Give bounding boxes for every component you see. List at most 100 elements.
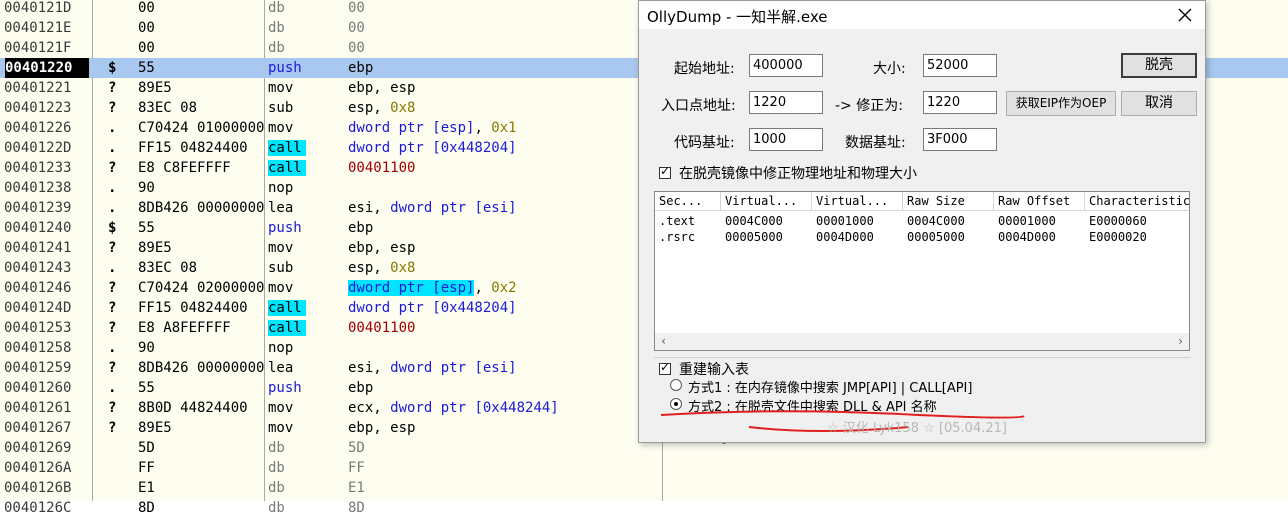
table-cell: 00001000 (816, 214, 874, 228)
code-base-field[interactable]: 1000 (749, 128, 823, 151)
column-header[interactable]: Raw Offset (994, 192, 1085, 211)
disasm-row[interactable]: 00401253? E8 A8FEFFFF call 00401100 (0, 318, 663, 338)
marker-cell (108, 438, 122, 458)
operand-part: ebp (348, 220, 374, 236)
address-cell: 00401223 (4, 100, 72, 116)
operand-part: ebp, esp (348, 420, 416, 436)
disasm-row[interactable]: 00401221? 89E5 mov ebp, esp (0, 78, 663, 98)
marker-cell: . (108, 120, 117, 136)
marker-cell: . (108, 340, 117, 356)
disasm-row[interactable]: 0040126B E1 db E1 (0, 478, 663, 498)
marker-cell: ? (108, 420, 117, 436)
horizontal-scrollbar[interactable]: ‹ › (655, 333, 1189, 350)
operand-cell: ebp, esp (348, 78, 658, 98)
operand-cell: 00 (348, 38, 658, 58)
table-cell: .rsrc (659, 230, 696, 244)
ollydump-dialog: OllyDump - 一知半解.exe 起始地址: 400000 大小: 520… (638, 0, 1206, 443)
entry-point-field[interactable]: 1220 (749, 91, 823, 114)
mnemonic-cell: mov (268, 398, 338, 418)
address-cell: 0040126A (4, 460, 72, 476)
operand-part: 00401100 (348, 160, 416, 176)
disasm-row[interactable]: 00401259? 8DB426 00000000 lea esi, dword pt… (0, 358, 663, 378)
close-icon[interactable] (1175, 5, 1195, 25)
disasm-row[interactable]: 0040122D. FF15 04824400 call dword ptr [0x4… (0, 138, 663, 158)
dump-button[interactable]: 脱壳 (1121, 53, 1197, 78)
mnemonic-text: mov (268, 420, 294, 436)
disasm-row[interactable]: 00401258. 90 nop (0, 338, 663, 358)
column-header[interactable]: Sec... (655, 192, 721, 211)
disasm-row[interactable]: 0040124D? FF15 04824400 call dword ptr [0x4… (0, 298, 663, 318)
rebuild-import-checkbox[interactable] (659, 360, 671, 375)
hex-cell: 55 (138, 380, 155, 396)
hex-cell: 83EC 08 (138, 260, 198, 276)
mnemonic-text: mov (268, 280, 294, 296)
operand-part: 8D (348, 500, 365, 516)
disasm-row[interactable]: 00401243. 83EC 08 sub esp, 0x8 (0, 258, 663, 278)
get-eip-as-oep-button[interactable]: 获取EIP作为OEP (1006, 91, 1116, 116)
disasm-row[interactable]: 00401260. 55 push ebp (0, 378, 663, 398)
address-cell: 0040124D (4, 300, 72, 316)
disasm-row[interactable]: 0040121E 00 db 00 (0, 18, 663, 38)
fix-physical-checkbox[interactable] (659, 164, 671, 179)
column-header[interactable]: Virtual... (812, 192, 903, 211)
marker-cell: ? (108, 300, 117, 316)
disasm-row[interactable]: 00401241? 89E5 mov ebp, esp (0, 238, 663, 258)
operand-part: 0x8 (390, 260, 416, 276)
disasm-row[interactable]: 00401267? 89E5 mov ebp, esp (0, 418, 663, 438)
disasm-row[interactable]: 00401239. 8DB426 00000000 lea esi, dword pt… (0, 198, 663, 218)
marker-cell: ? (108, 320, 117, 336)
disasm-row[interactable]: 00401223? 83EC 08 sub esp, 0x8 (0, 98, 663, 118)
marker-cell: . (108, 180, 117, 196)
operand-part: esi, (348, 360, 391, 376)
disasm-row[interactable]: 00401269 5D db 5D (0, 438, 663, 458)
operand-cell: esp, 0x8 (348, 258, 658, 278)
address-cell: 00401259 (4, 360, 72, 376)
mnemonic-cell: nop (268, 338, 338, 358)
chevron-right-icon[interactable]: › (1172, 333, 1189, 350)
disasm-row[interactable]: 0040121D 00 db 00 (0, 0, 663, 18)
operand-part: dword ptr [esi] (390, 200, 517, 216)
mnemonic-text: mov (268, 80, 294, 96)
operand-cell: 00 (348, 0, 658, 18)
sections-table[interactable]: Sec... Virtual... Virtual... Raw Size Raw Of… (654, 191, 1190, 351)
hex-cell: FF (138, 460, 155, 476)
start-address-field[interactable]: 400000 (749, 54, 823, 77)
operand-part: 00 (348, 20, 365, 36)
table-cell: E0000060 (1089, 214, 1147, 228)
size-field[interactable]: 52000 (923, 54, 997, 77)
disasm-row[interactable]: 00401233? E8 C8FEFFFF call 00401100 (0, 158, 663, 178)
disasm-row[interactable]: 00401226. C70424 01000000 mov dword ptr [es… (0, 118, 663, 138)
fix-to-field[interactable]: 1220 (923, 91, 997, 114)
disasm-row[interactable]: 0040121F 00 db 00 (0, 38, 663, 58)
disasm-row[interactable]: 0040126A FF db FF (0, 458, 663, 478)
title-bar[interactable]: OllyDump - 一知半解.exe (639, 1, 1205, 29)
column-header[interactable]: Characteristics (1085, 192, 1189, 211)
column-header[interactable]: Raw Size (903, 192, 994, 211)
marker-cell: ? (108, 100, 117, 116)
cancel-button[interactable]: 取消 (1121, 91, 1197, 116)
operand-part: 0x8 (390, 100, 416, 116)
mnemonic-cell: mov (268, 118, 338, 138)
operand-part: dword ptr [0x448244] (390, 400, 559, 416)
disasm-row[interactable]: 00401261? 8B0D 44824400 mov ecx, dword ptr … (0, 398, 663, 418)
method1-radio[interactable] (670, 379, 682, 391)
hex-cell: 89E5 (138, 80, 172, 96)
disasm-row[interactable]: 00401246? C70424 02000000 mov dword ptr [es… (0, 278, 663, 298)
marker-cell (108, 498, 122, 518)
operand-part: dword ptr [esi] (390, 360, 517, 376)
disasm-row[interactable]: 00401238. 90 nop (0, 178, 663, 198)
mnemonic-text: push (268, 380, 302, 396)
marker-cell: . (108, 200, 117, 216)
column-header[interactable]: Virtual... (721, 192, 812, 211)
disasm-row[interactable]: 00401240 $55 push ebp (0, 218, 663, 238)
operand-part: , (474, 280, 492, 296)
operand-cell: ecx, dword ptr [0x448244] (348, 398, 658, 418)
operand-part: esi, (348, 200, 391, 216)
address-cell: 0040121F (4, 40, 72, 56)
disasm-row[interactable]: 0040126C 8D db 8D (0, 498, 663, 518)
address-cell: 00401239 (4, 200, 72, 216)
marker-cell: ? (108, 400, 117, 416)
address-cell: 00401241 (4, 240, 72, 256)
chevron-left-icon[interactable]: ‹ (655, 333, 672, 350)
data-base-field[interactable]: 3F000 (923, 128, 997, 151)
